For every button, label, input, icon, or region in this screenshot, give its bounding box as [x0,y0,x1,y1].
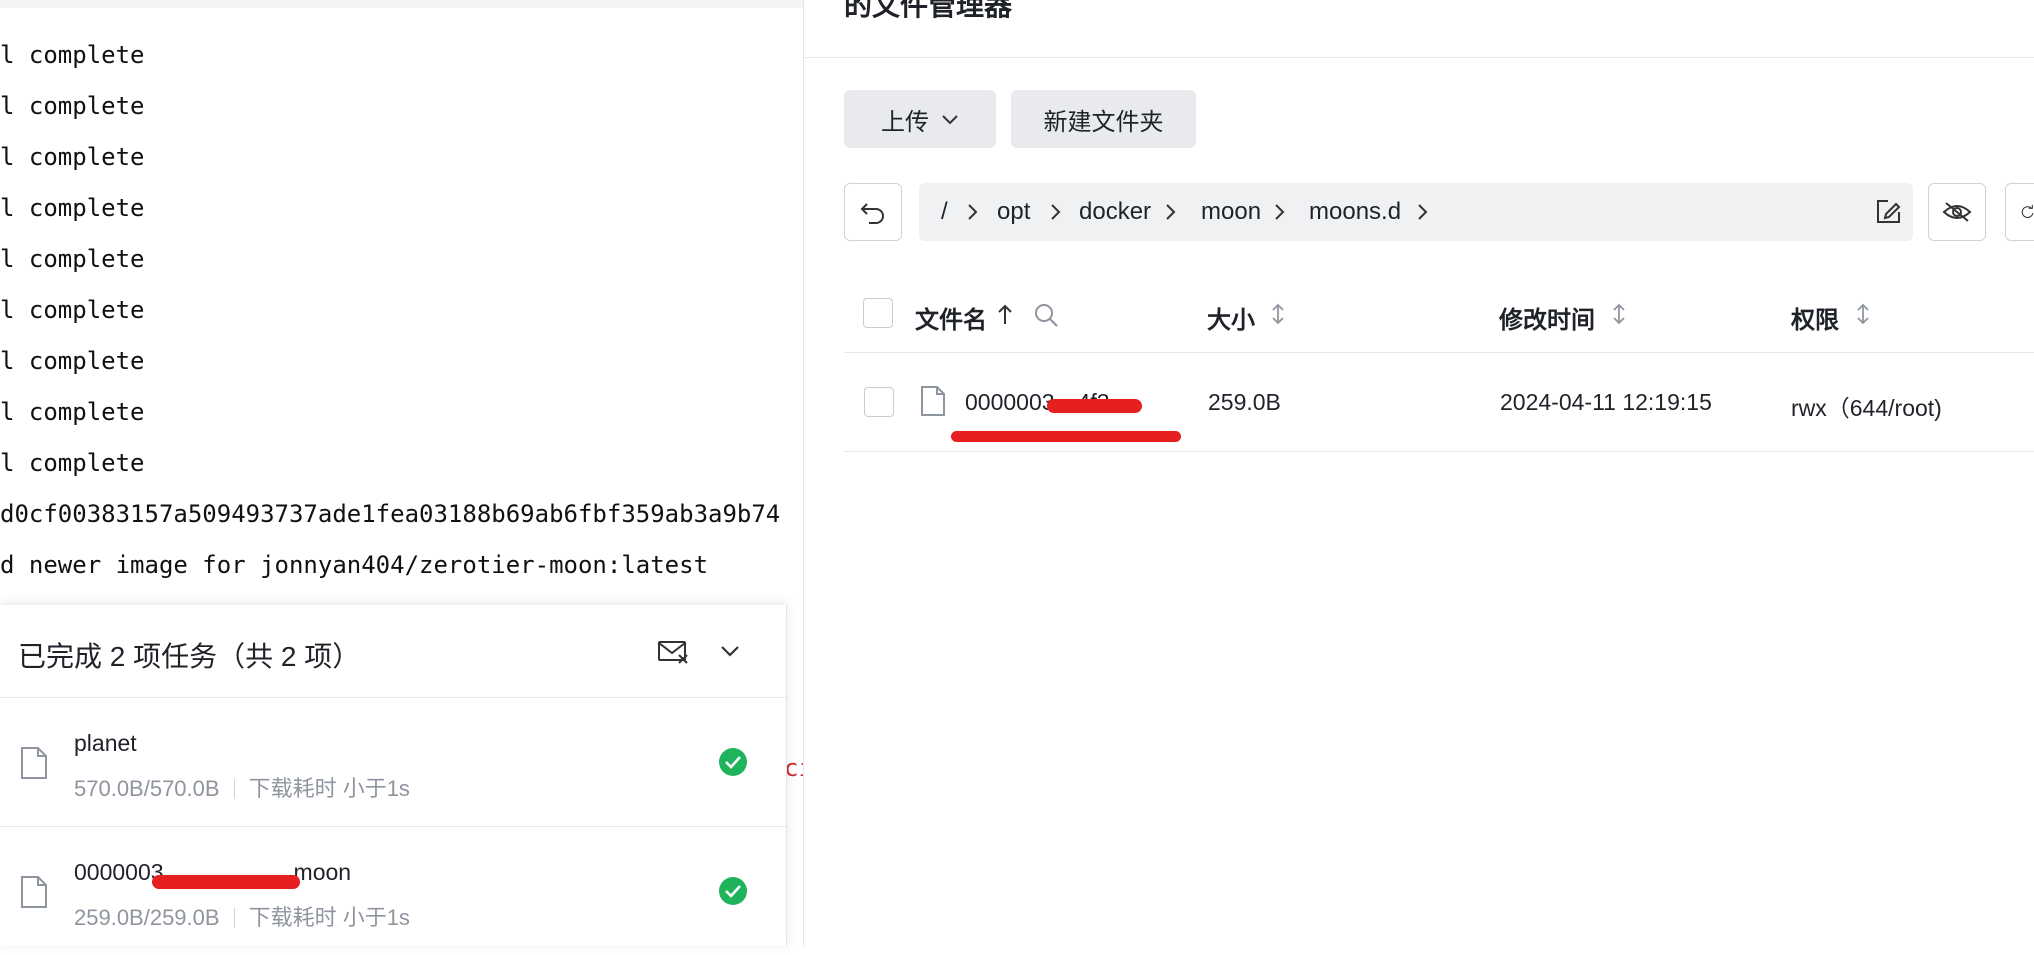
terminal-line: d0cf00383157a509493737ade1fea03188b69ab6… [0,500,781,528]
redaction-mark [152,875,300,889]
success-check-icon [719,748,747,776]
file-permission: rwx（644/root) [1791,395,1942,421]
task-item: planet 570.0B/570.0B 下载耗时 小于1s [0,698,786,827]
chevron-down-icon [942,115,958,125]
task-duration: 下载耗时 小于1s [248,905,410,930]
column-header-permission[interactable]: 权限 [1791,300,1839,335]
terminal-line: l complete [0,347,145,375]
column-header-size[interactable]: 大小 [1207,300,1255,335]
terminal-line: l complete [0,296,145,324]
task-duration: 下载耗时 小于1s [248,776,410,801]
terminal-line: l complete [0,143,145,171]
back-button[interactable] [844,183,902,241]
sort-toggle-icon[interactable] [1611,302,1627,326]
task-meta: 259.0B/259.0B 下载耗时 小于1s [74,900,410,932]
chevron-right-icon [1051,204,1061,220]
task-name: planet [74,730,137,756]
task-meta: 570.0B/570.0B 下载耗时 小于1s [74,771,410,803]
breadcrumb-opt[interactable]: opt [997,198,1030,226]
breadcrumb-root[interactable]: / [941,198,948,226]
file-icon [21,747,47,779]
collapse-chevron-down-icon[interactable] [712,633,748,669]
edit-path-icon[interactable] [1874,198,1902,226]
task-panel: 已完成 2 项任务（共 2 项） planet 570.0B/570.0B 下载耗… [0,605,787,946]
select-all-checkbox[interactable] [863,298,893,328]
refresh-icon [2021,205,2034,218]
terminal-line: l complete [0,194,145,222]
task-size: 570.0B/570.0B [74,776,220,801]
file-modified: 2024-04-11 12:19:15 [1500,389,1712,415]
task-name-prefix: 0000003 [74,859,164,885]
refresh-button[interactable] [2005,183,2034,241]
breadcrumb: / opt docker moon moons.d [919,183,1913,241]
sort-ascending-icon[interactable] [997,302,1013,326]
breadcrumb-moons-d[interactable]: moons.d [1309,198,1401,226]
column-header-modified[interactable]: 修改时间 [1499,300,1595,335]
clear-tasks-icon[interactable] [655,633,691,669]
file-icon [921,386,945,416]
file-icon [21,876,47,908]
terminal-topbar [0,0,803,8]
task-panel-header: 已完成 2 项任务（共 2 项） [0,605,786,698]
search-icon[interactable] [1033,302,1059,328]
file-manager-panel: 的文件管理器 上传 新建文件夹 / opt docker moon moons.… [803,0,2034,946]
chevron-right-icon [1166,204,1176,220]
redaction-underline [951,431,1181,442]
terminal-line: l complete [0,398,145,426]
eye-off-icon [1942,202,1972,222]
upload-label: 上传 [881,108,929,136]
undo-arrow-icon [860,203,884,224]
success-check-icon [719,877,747,905]
title-divider [804,57,2034,58]
chevron-right-icon [1275,204,1285,220]
new-folder-label: 新建文件夹 [1043,108,1164,136]
file-size: 259.0B [1208,389,1281,415]
redaction-mark [1047,399,1142,413]
sort-toggle-icon[interactable] [1855,302,1871,326]
table-header-divider [844,352,2034,353]
column-header-name[interactable]: 文件名 [915,300,987,335]
task-item: 0000003 moon 259.0B/259.0B 下载耗时 小于1s [0,827,786,955]
terminal-line: l complete [0,92,145,120]
chevron-right-icon [1418,204,1428,220]
breadcrumb-moon[interactable]: moon [1201,198,1261,226]
terminal-line: d newer image for jonnyan404/zerotier-mo… [0,551,709,579]
toggle-hidden-button[interactable] [1928,183,1986,241]
task-size: 259.0B/259.0B [74,905,220,930]
terminal-line: l complete [0,245,145,273]
terminal-line: l complete [0,41,145,69]
sort-toggle-icon[interactable] [1270,302,1286,326]
file-manager-title: 的文件管理器 [844,0,1013,21]
task-panel-title: 已完成 2 项任务（共 2 项） [18,641,361,672]
table-row-divider [844,451,2034,452]
row-checkbox[interactable] [864,387,894,417]
task-name-suffix: moon [293,859,352,885]
upload-button[interactable]: 上传 [844,90,996,148]
breadcrumb-docker[interactable]: docker [1079,198,1151,226]
chevron-right-icon [968,204,978,220]
new-folder-button[interactable]: 新建文件夹 [1011,90,1196,148]
terminal-line: l complete [0,449,145,477]
